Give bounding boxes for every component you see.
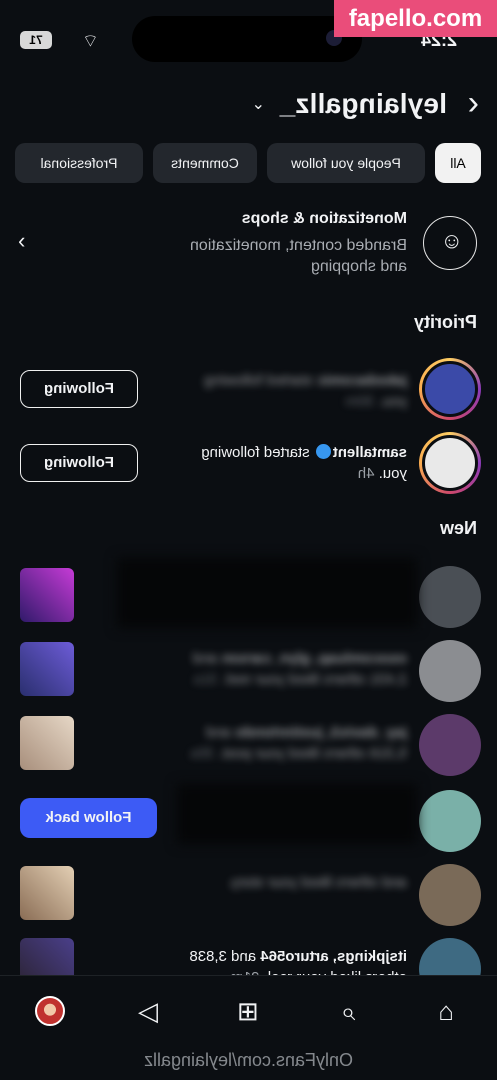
avatar[interactable] xyxy=(419,864,481,926)
following-button[interactable]: Following xyxy=(20,370,138,408)
avatar[interactable] xyxy=(419,566,481,628)
list-item[interactable]: osocomluap, glyn_carson and 2,431 others… xyxy=(0,640,497,710)
post-thumbnail[interactable] xyxy=(20,716,74,770)
reels-icon[interactable]: ▷ xyxy=(131,994,165,1028)
mirrored-stage: 2:24 ⌔ 71 ‹ leylaingallz_ ⌄ All People y… xyxy=(0,0,497,1080)
notification-text: and others liked your story. xyxy=(228,874,407,891)
avatar[interactable] xyxy=(419,640,481,702)
post-thumbnail[interactable] xyxy=(20,866,74,920)
chip-professional[interactable]: Professional xyxy=(15,143,143,183)
home-icon[interactable]: ⌂ xyxy=(429,994,463,1028)
post-thumbnail[interactable] xyxy=(20,642,74,696)
notification-text: jay_davis3, justinrtondo and 5,316 other… xyxy=(190,724,407,762)
follow-back-button[interactable]: Follow back xyxy=(20,798,157,838)
avatar[interactable] xyxy=(419,358,481,420)
chevron-right-icon: › xyxy=(18,228,26,253)
avatar[interactable] xyxy=(419,714,481,776)
profile-avatar-icon[interactable] xyxy=(35,996,65,1026)
filter-chips: All People you follow Comments Professio… xyxy=(0,143,497,185)
dynamic-island xyxy=(132,16,362,62)
monetization-title: Monetization & shops xyxy=(241,210,407,227)
notification-text: jakedacomic started following you. 30m xyxy=(204,372,407,410)
create-icon[interactable]: ⊞ xyxy=(231,994,265,1028)
redaction xyxy=(177,784,417,844)
following-button[interactable]: Following xyxy=(20,444,138,482)
wifi-icon: ⌔ xyxy=(82,31,99,51)
monetization-subtitle: Branded content, monetization and shoppi… xyxy=(189,237,407,275)
search-icon[interactable]: ⌕ xyxy=(331,994,365,1028)
battery-icon: 71 xyxy=(20,31,52,49)
chip-people-you-follow[interactable]: People you follow xyxy=(267,143,425,183)
chevron-left-icon[interactable]: ‹ xyxy=(468,84,479,122)
page-title[interactable]: leylaingallz_ xyxy=(279,88,447,120)
notification-text: samtallent started following you. 4h xyxy=(201,444,407,482)
monetization-row[interactable]: ☺ Monetization & shops Branded content, … xyxy=(0,202,497,282)
section-priority: Priority xyxy=(413,312,477,332)
chip-comments[interactable]: Comments xyxy=(153,143,257,183)
chip-all[interactable]: All xyxy=(435,143,481,183)
verified-icon xyxy=(315,444,331,459)
avatar[interactable] xyxy=(419,790,481,852)
post-thumbnail[interactable] xyxy=(20,568,74,622)
footer-watermark: OnlyFans.com/leylaingallz xyxy=(143,1050,354,1070)
notification-text: osocomluap, glyn_carson and 2,431 others… xyxy=(192,650,407,688)
redaction xyxy=(117,558,417,628)
section-new: New xyxy=(439,518,477,538)
site-watermark: fapello.com xyxy=(334,0,497,37)
chevron-down-icon[interactable]: ⌄ xyxy=(252,94,265,114)
list-item[interactable]: Follow back xyxy=(0,784,497,860)
person-star-icon: ☺ xyxy=(423,216,477,270)
avatar[interactable] xyxy=(419,432,481,494)
list-item[interactable] xyxy=(0,558,497,636)
list-item[interactable]: samtallent started following you. 4h Fol… xyxy=(0,430,497,500)
list-item[interactable]: jay_davis3, justinrtondo and 5,316 other… xyxy=(0,714,497,784)
header: ‹ leylaingallz_ ⌄ xyxy=(0,82,497,126)
list-item[interactable]: jakedacomic started following you. 30m F… xyxy=(0,356,497,426)
list-item[interactable]: and others liked your story. xyxy=(0,864,497,934)
